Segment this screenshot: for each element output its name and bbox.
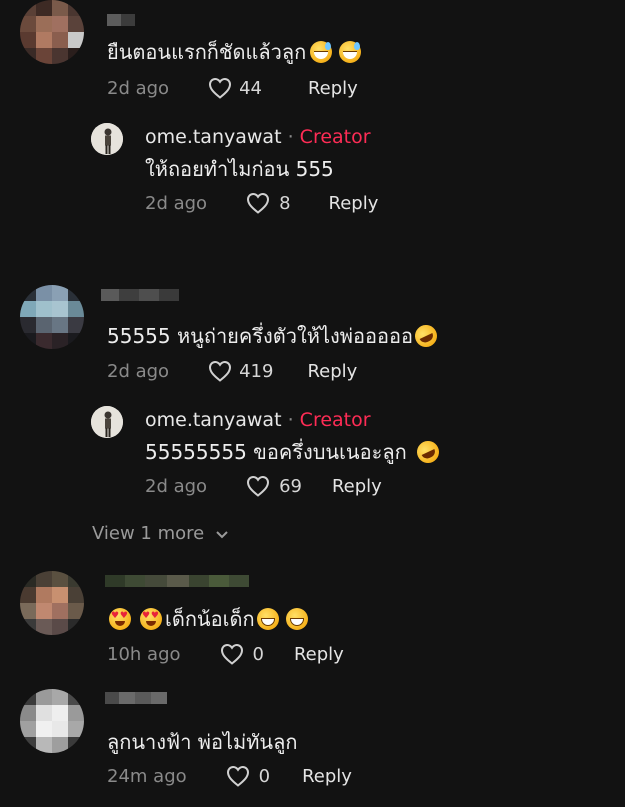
like-count: 0 — [252, 643, 264, 665]
reply-meta: 2d ago 8 Reply — [145, 192, 378, 214]
timestamp: 24m ago — [107, 765, 187, 787]
heart-eyes-icon — [140, 608, 162, 630]
timestamp: 2d ago — [107, 360, 170, 382]
like-count: 69 — [279, 475, 302, 497]
chevron-down-icon — [216, 530, 228, 538]
heart-eyes-icon — [109, 608, 131, 630]
reply-button[interactable]: Reply — [332, 476, 382, 497]
reply-body: ให้ถอยทำไมก่อน 555 — [145, 157, 334, 181]
rofl-icon — [411, 321, 441, 351]
heart-icon — [226, 765, 249, 787]
like-count: 8 — [279, 192, 291, 214]
reply-author[interactable]: ome.tanyawat · Creator — [145, 126, 371, 148]
reply-button[interactable]: Reply — [307, 361, 357, 382]
username-redacted[interactable] — [105, 692, 167, 704]
reply-button[interactable]: Reply — [308, 78, 358, 99]
like-count: 44 — [239, 77, 262, 99]
timestamp: 10h ago — [107, 643, 181, 665]
like-button[interactable]: 0 — [225, 765, 270, 787]
timestamp: 2d ago — [145, 475, 208, 497]
like-count: 0 — [258, 765, 271, 787]
heart-icon — [247, 192, 270, 214]
comment-text: 55555 หนูถ่ายครึ่งตัวให้ไงพ่อออออ — [107, 320, 441, 352]
comment-text: ลูกนางฟ้า พ่อไม่ทันลูก — [107, 726, 297, 758]
sweat-smile-icon — [310, 41, 333, 63]
grin-icon — [285, 608, 308, 630]
heart-icon — [209, 77, 232, 99]
avatar[interactable] — [20, 689, 84, 753]
like-button[interactable]: 0 — [219, 643, 264, 665]
author-name[interactable]: ome.tanyawat — [145, 409, 282, 431]
heart-icon — [220, 643, 243, 665]
timestamp: 2d ago — [145, 192, 208, 214]
person-silhouette-icon — [91, 123, 123, 155]
comment-text: เด็กน้อเด็ก — [107, 603, 311, 635]
reply-meta: 2d ago 69 Reply — [145, 475, 382, 497]
separator-dot: · — [287, 409, 294, 431]
author-name[interactable]: ome.tanyawat — [145, 126, 282, 148]
creator-badge: Creator — [299, 126, 371, 148]
comment-meta: 10h ago 0 Reply — [107, 643, 344, 665]
heart-icon — [209, 360, 232, 382]
comment-meta: 2d ago 44 Reply — [107, 77, 358, 99]
reply-text: 55555555 ขอครึ่งบนเนอะลูก — [145, 436, 443, 468]
avatar[interactable] — [20, 285, 84, 349]
separator-dot: · — [287, 126, 294, 148]
reply-button[interactable]: Reply — [302, 766, 352, 787]
comment-body: เด็กน้อเด็ก — [165, 607, 255, 631]
comment-body: ยืนตอนแรกก็ชัดแล้วลูก — [107, 40, 307, 64]
like-button[interactable]: 69 — [245, 475, 302, 497]
creator-avatar[interactable] — [91, 406, 123, 438]
username-redacted[interactable] — [105, 575, 249, 587]
like-button[interactable]: 419 — [207, 360, 273, 382]
avatar[interactable] — [20, 0, 84, 64]
username-redacted[interactable] — [107, 14, 135, 26]
comment-body: ลูกนางฟ้า พ่อไม่ทันลูก — [107, 730, 298, 754]
comments-panel: ยืนตอนแรกก็ชัดแล้วลูก 2d ago 44 Reply om… — [0, 0, 625, 807]
grin-icon — [256, 608, 279, 630]
sweat-smile-icon — [339, 41, 362, 63]
view-more-replies-button[interactable]: View 1 more — [92, 523, 230, 544]
person-silhouette-icon — [91, 406, 123, 438]
like-button[interactable]: 8 — [245, 192, 291, 214]
comment-text: ยืนตอนแรกก็ชัดแล้วลูก — [107, 36, 364, 68]
creator-avatar[interactable] — [91, 123, 123, 155]
like-count: 419 — [239, 360, 274, 382]
rofl-icon — [413, 437, 443, 467]
creator-badge: Creator — [299, 409, 371, 431]
comment-meta: 2d ago 419 Reply — [107, 360, 357, 382]
reply-author[interactable]: ome.tanyawat · Creator — [145, 409, 371, 431]
comment-meta: 24m ago 0 Reply — [107, 765, 352, 787]
heart-icon — [247, 475, 270, 497]
reply-body: 55555555 ขอครึ่งบนเนอะลูก — [145, 440, 407, 464]
username-redacted[interactable] — [101, 289, 179, 301]
view-more-label: View 1 more — [92, 523, 205, 544]
reply-text: ให้ถอยทำไมก่อน 555 — [145, 153, 334, 185]
comment-body: 55555 หนูถ่ายครึ่งตัวให้ไงพ่อออออ — [107, 324, 414, 348]
timestamp: 2d ago — [107, 77, 170, 99]
avatar[interactable] — [20, 571, 84, 635]
reply-button[interactable]: Reply — [329, 193, 379, 214]
like-button[interactable]: 44 — [207, 77, 262, 99]
reply-button[interactable]: Reply — [294, 644, 344, 665]
